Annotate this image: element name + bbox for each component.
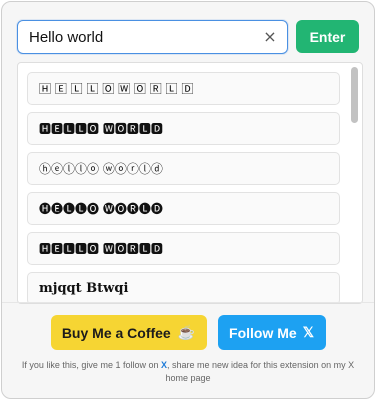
clear-icon[interactable]: ×	[261, 28, 279, 46]
footer-note-prefix: If you like this, give me 1 follow on	[21, 360, 161, 370]
scrollbar-thumb[interactable]	[351, 67, 358, 123]
result-item-negative-squared[interactable]: 🅷🅴🅻🅻🅾 🆆🅾🆁🅻🅳	[27, 112, 340, 145]
result-item-squared[interactable]: 🄷 🄴 🄻 🄻 🄾 🅆 🄾 🅁 🄻 🄳	[27, 72, 340, 105]
coffee-cup-icon: ☕	[177, 324, 196, 340]
popup-window: × Enter 🄷 🄴 🄻 🄻 🄾 🅆 🄾 🅁 🄻 🄳 🅷🅴🅻🅻🅾 🆆🅾🆁🅻🅳 …	[1, 1, 375, 399]
footer-note: If you like this, give me 1 follow on X,…	[16, 359, 360, 385]
support-buttons: Buy Me a Coffee ☕ Follow Me 𝕏	[2, 315, 374, 350]
result-item-negative-circled[interactable]: 🅗🅔🅛🅛🅞 🅦🅞🅡🅛🅓	[27, 192, 340, 225]
enter-button[interactable]: Enter	[296, 20, 359, 53]
x-logo-icon: 𝕏	[302, 324, 314, 340]
footer-note-suffix: , share me new idea for this extension o…	[165, 360, 355, 383]
footer-divider	[2, 302, 374, 303]
coffee-button-label: Buy Me a Coffee	[61, 324, 171, 341]
follow-button-label: Follow Me	[229, 324, 297, 341]
result-item-cipher[interactable]: mjqqt Btwqi	[27, 272, 340, 303]
result-item-circled[interactable]: ⓗⓔⓛⓛⓞ ⓦⓞⓡⓛⓓ	[27, 152, 340, 185]
results-inner: 🄷 🄴 🄻 🄻 🄾 🅆 🄾 🅁 🄻 🄳 🅷🅴🅻🅻🅾 🆆🅾🆁🅻🅳 ⓗⓔⓛⓛⓞ ⓦⓞ…	[27, 72, 340, 303]
results-list: 🄷 🄴 🄻 🄻 🄾 🅆 🄾 🅁 🄻 🄳 🅷🅴🅻🅻🅾 🆆🅾🆁🅻🅳 ⓗⓔⓛⓛⓞ ⓦⓞ…	[17, 62, 363, 304]
result-item-negative-squared-2[interactable]: 🅷🅴🅻🅻🅾 🆆🅾🆁🅻🅳	[27, 232, 340, 265]
search-row: × Enter	[17, 20, 359, 54]
search-input[interactable]	[29, 21, 249, 53]
search-box: ×	[17, 20, 288, 54]
follow-me-button[interactable]: Follow Me 𝕏	[217, 315, 326, 350]
results-scrollbar[interactable]	[349, 65, 360, 301]
buy-me-a-coffee-button[interactable]: Buy Me a Coffee ☕	[50, 315, 207, 350]
